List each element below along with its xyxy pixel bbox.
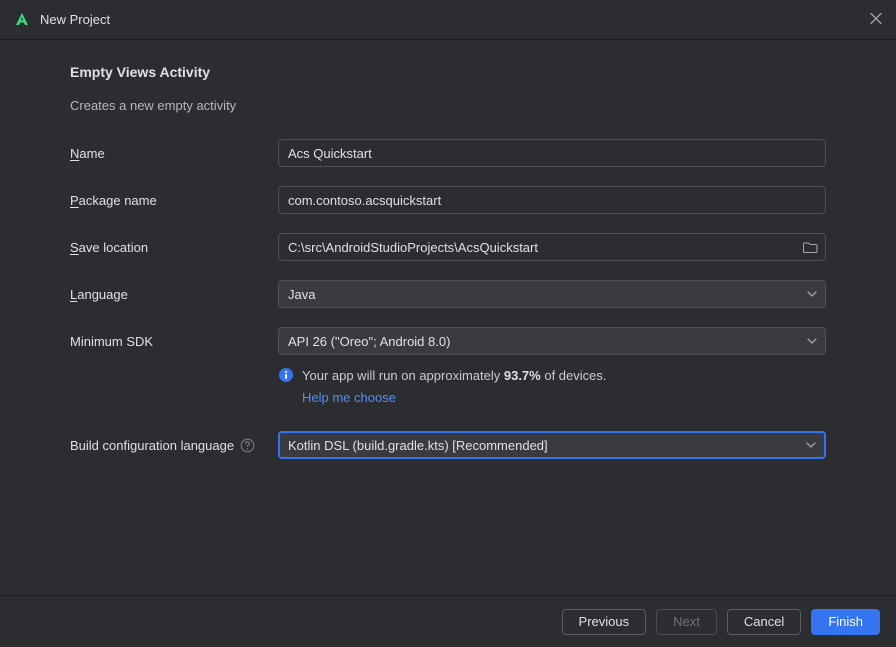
info-percent: 93.7% bbox=[504, 368, 541, 383]
info-icon bbox=[278, 367, 294, 383]
next-button: Next bbox=[656, 609, 717, 635]
row-min-sdk: Minimum SDK API 26 ("Oreo"; Android 8.0) bbox=[70, 327, 826, 355]
min-sdk-select[interactable]: API 26 ("Oreo"; Android 8.0) bbox=[278, 327, 826, 355]
label-build-config: Build configuration language bbox=[70, 438, 278, 453]
info-text-after: of devices. bbox=[541, 368, 607, 383]
dialog-content: Empty Views Activity Creates a new empty… bbox=[0, 40, 896, 459]
chevron-down-icon bbox=[807, 338, 817, 344]
min-sdk-select-value: API 26 ("Oreo"; Android 8.0) bbox=[288, 334, 450, 349]
label-language: Language bbox=[70, 287, 278, 302]
row-package: Package name bbox=[70, 186, 826, 214]
save-location-input[interactable] bbox=[278, 233, 826, 261]
row-build-config: Build configuration language Kotlin DSL … bbox=[70, 431, 826, 459]
package-input[interactable] bbox=[278, 186, 826, 214]
label-name: Name bbox=[70, 146, 278, 161]
page-description: Creates a new empty activity bbox=[70, 98, 826, 113]
page-title: Empty Views Activity bbox=[70, 64, 826, 80]
label-min-sdk: Minimum SDK bbox=[70, 334, 278, 349]
cancel-button[interactable]: Cancel bbox=[727, 609, 801, 635]
row-name: Name bbox=[70, 139, 826, 167]
info-text-before: Your app will run on approximately bbox=[302, 368, 504, 383]
help-me-choose-link[interactable]: Help me choose bbox=[302, 388, 396, 408]
titlebar: New Project bbox=[0, 0, 896, 40]
folder-browse-icon[interactable] bbox=[803, 241, 818, 254]
android-studio-icon bbox=[14, 12, 30, 28]
label-save-location: Save location bbox=[70, 240, 278, 255]
build-config-select[interactable]: Kotlin DSL (build.gradle.kts) [Recommend… bbox=[278, 431, 826, 459]
close-icon[interactable] bbox=[870, 12, 882, 27]
label-package: Package name bbox=[70, 193, 278, 208]
chevron-down-icon bbox=[807, 291, 817, 297]
dialog-footer: Previous Next Cancel Finish bbox=[0, 595, 896, 647]
row-language: Language Java bbox=[70, 280, 826, 308]
help-icon[interactable] bbox=[240, 438, 255, 453]
language-select[interactable]: Java bbox=[278, 280, 826, 308]
window-title: New Project bbox=[40, 12, 110, 27]
previous-button[interactable]: Previous bbox=[562, 609, 647, 635]
language-select-value: Java bbox=[288, 287, 315, 302]
finish-button[interactable]: Finish bbox=[811, 609, 880, 635]
name-input[interactable] bbox=[278, 139, 826, 167]
row-info: Your app will run on approximately 93.7%… bbox=[70, 366, 826, 407]
device-coverage-info: Your app will run on approximately 93.7%… bbox=[278, 366, 826, 407]
build-config-select-value: Kotlin DSL (build.gradle.kts) [Recommend… bbox=[288, 438, 548, 453]
row-save-location: Save location bbox=[70, 233, 826, 261]
chevron-down-icon bbox=[806, 442, 816, 448]
